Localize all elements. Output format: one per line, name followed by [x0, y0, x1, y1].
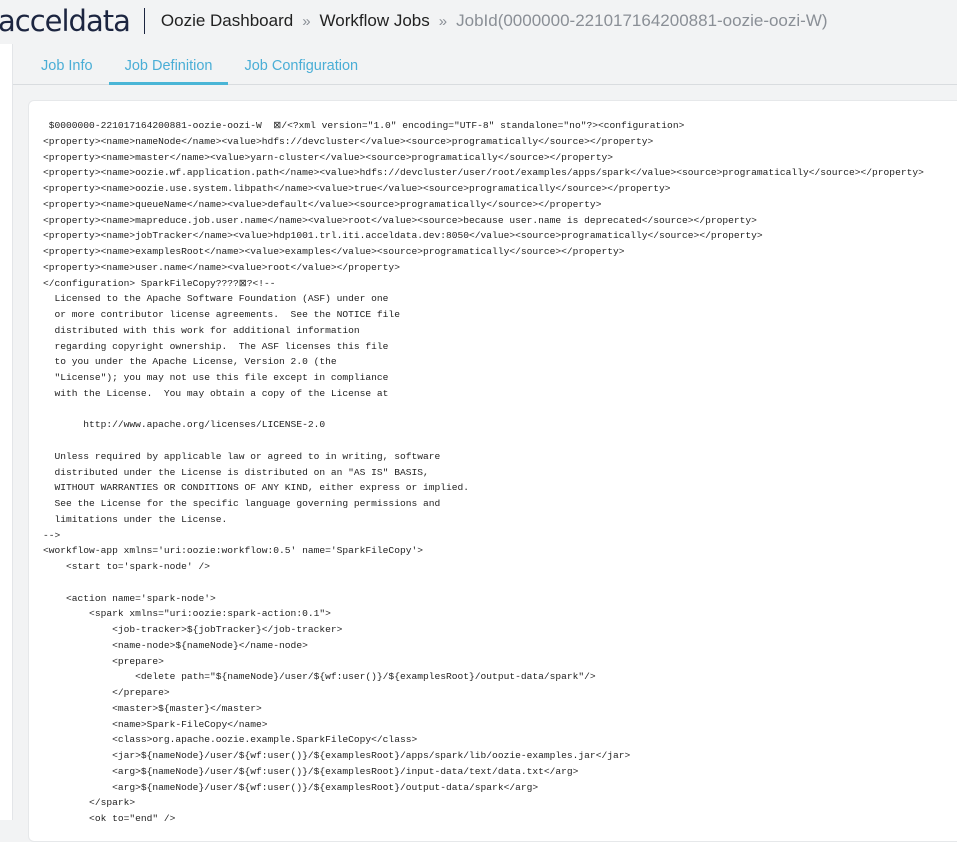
job-definition-text: $0000000-221017164200881-oozie-oozi-W ⊠/… — [43, 118, 924, 827]
breadcrumb-oozie-dashboard[interactable]: Oozie Dashboard — [161, 11, 293, 31]
definition-line: <action name='spark-node'> — [43, 592, 216, 604]
definition-line: <ok to="end" /> — [43, 813, 176, 824]
definition-line: <property><name>user.name</name><value>r… — [43, 261, 400, 273]
sidebar-edge — [0, 44, 13, 820]
definition-line — [43, 575, 924, 591]
definition-line: with the License. You may obtain a copy … — [43, 387, 389, 399]
definition-line: <prepare> — [43, 655, 164, 667]
definition-line: <class>org.apache.oozie.example.SparkFil… — [43, 734, 418, 746]
definition-line: to you under the Apache License, Version… — [43, 356, 337, 368]
definition-line: <property><name>examplesRoot</name><valu… — [43, 246, 625, 257]
acceldata-logo[interactable]: acceldata — [0, 4, 131, 38]
tab-job-info[interactable]: Job Info — [25, 44, 109, 82]
definition-line: <jar>${nameNode}/user/${wf:user()}/${exa… — [43, 750, 631, 761]
tab-bar: Job Info Job Definition Job Configuratio… — [13, 44, 957, 85]
breadcrumb-separator: » — [438, 12, 448, 30]
definition-line: $0000000-221017164200881-oozie-oozi-W ⊠/… — [43, 120, 685, 131]
definition-line: <property><name>oozie.use.system.libpath… — [43, 183, 671, 194]
definition-line: <workflow-app xmlns='uri:oozie:workflow:… — [43, 545, 423, 557]
breadcrumb-workflow-jobs[interactable]: Workflow Jobs — [320, 11, 430, 31]
definition-line: <arg>${nameNode}/user/${wf:user()}/${exa… — [43, 781, 539, 793]
definition-line: distributed with this work for additiona… — [43, 324, 360, 336]
definition-line: </spark> — [43, 797, 136, 809]
definition-line: distributed under the License is distrib… — [43, 466, 429, 478]
definition-line: <master>${master}</master> — [43, 702, 262, 714]
definition-line: <arg>${nameNode}/user/${wf:user()}/${exa… — [43, 765, 579, 777]
definition-line: http://www.apache.org/licenses/LICENSE-2… — [43, 419, 326, 431]
definition-line: "License"); you may not use this file ex… — [43, 372, 389, 383]
definition-line — [43, 433, 924, 449]
definition-line: <delete path="${nameNode}/user/${wf:user… — [43, 671, 596, 683]
tab-job-definition[interactable]: Job Definition — [108, 44, 229, 85]
definition-line: <property><name>master</name><value>yarn… — [43, 151, 613, 163]
definition-line: <name>Spark-FileCopy</name> — [43, 718, 268, 730]
definition-line: </configuration> SparkFileCopy????⊠?<!-- — [43, 277, 276, 289]
definition-line: <property><name>jobTracker</name><value>… — [43, 230, 763, 242]
definition-line: <start to='spark-node' /> — [43, 561, 210, 572]
definition-line: <property><name>nameNode</name><value>hd… — [43, 135, 654, 147]
definition-line — [43, 402, 924, 418]
tab-job-configuration[interactable]: Job Configuration — [228, 44, 374, 82]
definition-line: <property><name>queueName</name><value>d… — [43, 198, 602, 210]
definition-line: <property><name>mapreduce.job.user.name<… — [43, 214, 757, 226]
definition-line: limitations under the License. — [43, 513, 228, 525]
definition-line: <property><name>oozie.wf.application.pat… — [43, 167, 924, 179]
definition-line: <job-tracker>${jobTracker}</job-tracker> — [43, 624, 343, 635]
definition-line: <spark xmlns="uri:oozie:spark-action:0.1… — [43, 608, 331, 620]
breadcrumb-separator: » — [302, 12, 311, 30]
logo-divider — [143, 8, 145, 34]
definition-line: Unless required by applicable law or agr… — [43, 450, 441, 462]
definition-line: WITHOUT WARRANTIES OR CONDITIONS OF ANY … — [43, 482, 470, 494]
definition-line: Licensed to the Apache Software Foundati… — [43, 293, 389, 305]
definition-line: --> — [43, 529, 61, 541]
top-bar: acceldata Oozie Dashboard » Workflow Job… — [0, 0, 957, 42]
definition-line: regarding copyright ownership. The ASF l… — [43, 340, 389, 352]
breadcrumb-job-id: JobId(0000000-221017164200881-oozie-oozi… — [456, 11, 828, 30]
definition-line: <name-node>${nameNode}</name-node> — [43, 639, 308, 651]
definition-line: or more contributor license agreements. … — [43, 309, 400, 320]
definition-line: </prepare> — [43, 687, 170, 698]
definition-line: See the License for the specific languag… — [43, 498, 441, 509]
